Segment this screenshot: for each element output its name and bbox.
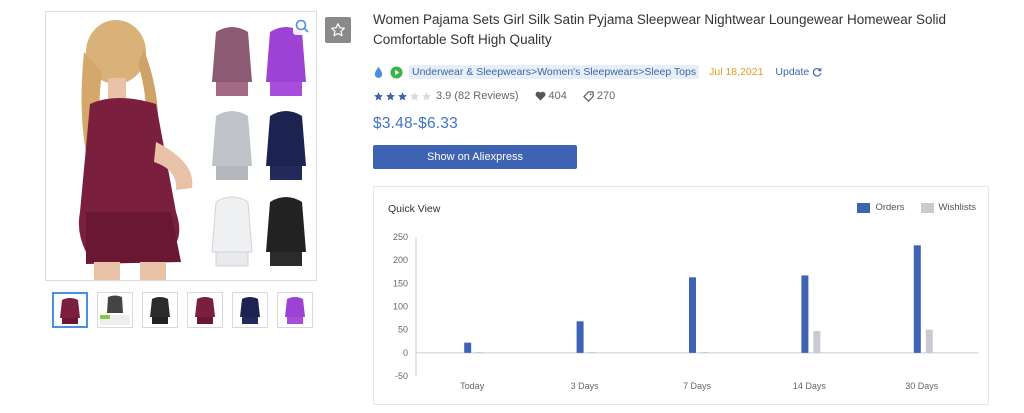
main-product-image[interactable] [45,11,317,281]
quick-view-card: Quick View Orders Wishlists 250 200 150 100… [373,186,989,405]
x-tick-label: 14 Days [793,381,827,391]
star-filled-icon [386,91,395,100]
heart-icon [535,91,545,101]
bar-orders-1[interactable] [576,321,584,353]
likes-count: 404 [548,90,567,102]
y-tick-label: 100 [393,302,408,312]
category-breadcrumb[interactable]: Underwear & Sleepwears>Women's Sleepwear… [409,65,700,79]
star-filled-icon [374,91,383,100]
thumbnail-1[interactable] [52,292,88,328]
rating-stars [373,91,433,102]
star-empty-icon [422,91,431,100]
refresh-icon [813,68,822,77]
y-tick-label: 200 [393,255,408,265]
product-meta: Underwear & Sleepwears>Women's Sleepwear… [373,64,973,80]
product-page: Women Pajama Sets Girl Silk Satin Pyjama… [0,0,1024,413]
thumbnail-2[interactable] [97,292,133,328]
bar-orders-0[interactable] [464,342,472,353]
bar-orders-4[interactable] [913,245,921,353]
product-title: Women Pajama Sets Girl Silk Satin Pyjama… [373,12,947,47]
show-on-aliexpress-button[interactable]: Show on Aliexpress [373,145,577,169]
bar-wishlists-2[interactable] [701,351,708,353]
tag-icon [582,90,594,102]
bar-orders-2[interactable] [689,277,696,353]
thumbnail-5[interactable] [232,292,268,328]
thumbnail-3[interactable] [142,292,178,328]
price-range: $3.48-$6.33 [373,115,458,132]
tags-count: 270 [596,90,616,102]
update-label: Update [775,66,810,78]
x-tick-label: 7 Days [683,381,712,391]
star-filled-icon [398,91,407,100]
y-tick-label: 50 [398,325,408,335]
y-tick-label: -50 [395,371,408,381]
zoom-icon[interactable] [293,17,311,35]
x-tick-label: 30 Days [905,381,939,391]
bar-wishlists-4[interactable] [925,329,933,353]
thumbnail-strip [52,292,313,328]
star-empty-icon [410,91,419,100]
quick-view-chart: 250 200 150 100 50 0 -50 Today 3 Days 7 Days 14 Da… [393,232,978,391]
rating-row: 3.9 (82 Reviews) 404 270 [373,89,973,103]
listing-date: Jul 18,2021 [709,66,764,78]
update-link[interactable]: Update [775,66,822,78]
bar-orders-3[interactable] [801,275,809,353]
play-icon[interactable] [390,65,403,79]
tags-stat: 270 [582,90,616,102]
x-tick-label: 3 Days [571,381,600,391]
likes-stat: 404 [535,90,567,102]
drop-icon [374,66,383,78]
thumbnail-6[interactable] [277,292,313,328]
rating-text: 3.9 (82 Reviews) [436,90,519,102]
star-outline-icon [331,23,345,37]
y-tick-label: 0 [403,348,408,358]
product-info: Women Pajama Sets Girl Silk Satin Pyjama… [373,10,973,169]
favorite-button[interactable] [325,17,351,43]
x-tick-label: Today [460,381,485,391]
bar-wishlists-1[interactable] [588,351,596,353]
y-tick-label: 250 [393,232,408,242]
y-tick-label: 150 [393,278,408,288]
thumbnail-4[interactable] [187,292,223,328]
bar-wishlists-3[interactable] [813,331,821,353]
bar-wishlists-0[interactable] [476,351,484,353]
